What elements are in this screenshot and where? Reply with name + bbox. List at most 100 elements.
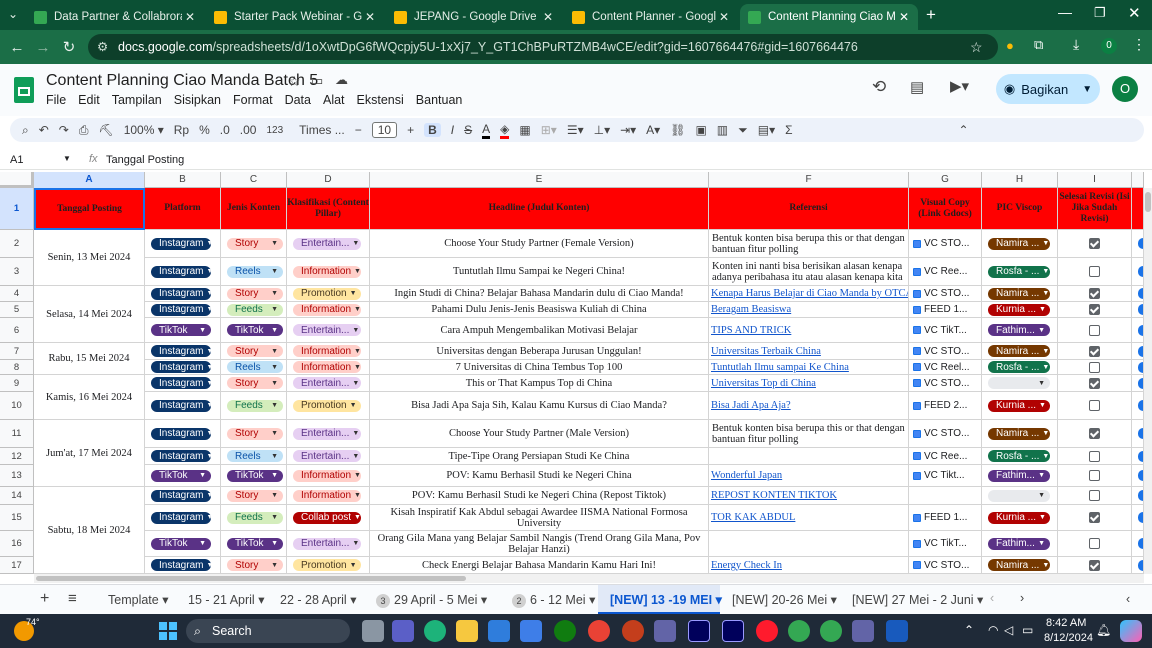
- pillar-chip[interactable]: Entertain... ▼: [293, 450, 361, 462]
- borders-icon[interactable]: ▦: [519, 123, 530, 137]
- percent-format-button[interactable]: %: [199, 123, 210, 137]
- revision-checkbox[interactable]: [1089, 512, 1100, 523]
- menu-item-bantuan[interactable]: Bantuan: [416, 93, 463, 107]
- menu-item-file[interactable]: File: [46, 93, 66, 107]
- reference-link[interactable]: TIPS AND TRICK: [709, 325, 791, 336]
- menu-item-ekstensi[interactable]: Ekstensi: [357, 93, 404, 107]
- platform-chip[interactable]: Instagram▼: [151, 489, 211, 502]
- content-type-chip[interactable]: Reels ▼: [227, 361, 283, 373]
- content-type-chip[interactable]: Feeds ▼: [227, 511, 283, 524]
- content-type-chip[interactable]: Reels ▼: [227, 450, 283, 462]
- add-sheet-icon[interactable]: +: [40, 590, 49, 608]
- menu-item-data[interactable]: Data: [285, 93, 311, 107]
- column-header-i[interactable]: I: [1058, 172, 1132, 188]
- pillar-cell[interactable]: Entertain... ▼: [287, 531, 370, 557]
- row-header[interactable]: 14: [0, 487, 34, 505]
- reference-cell[interactable]: Universitas Top di China: [709, 375, 909, 392]
- visual-copy-cell[interactable]: FEED 1...: [909, 505, 982, 531]
- platform-chip[interactable]: Instagram▼: [151, 237, 211, 250]
- insert-comment-icon[interactable]: ▣: [695, 123, 706, 137]
- revision-checkbox[interactable]: [1089, 450, 1100, 462]
- content-type-chip[interactable]: Story ▼: [227, 237, 283, 250]
- row-header[interactable]: 11: [0, 420, 34, 448]
- pic-cell[interactable]: Rosfa - ... ▼: [982, 258, 1058, 286]
- currency-format-button[interactable]: Rp: [174, 123, 189, 137]
- column-header-e[interactable]: E: [370, 172, 709, 188]
- row-header[interactable]: 6: [0, 318, 34, 343]
- row-header[interactable]: 13: [0, 465, 34, 487]
- revision-checkbox[interactable]: [1089, 345, 1100, 357]
- visual-copy-chip[interactable]: VC STO...: [909, 560, 969, 571]
- sheet-tab-dropdown-icon[interactable]: ▾: [255, 593, 264, 607]
- pillar-cell[interactable]: Entertain... ▼: [287, 230, 370, 258]
- sheet-tab[interactable]: 22 - 28 April ▾: [268, 585, 360, 615]
- sheet-tab[interactable]: 2 6 - 12 Mei ▾: [500, 585, 595, 615]
- headline-cell[interactable]: Check Energi Belajar Bahasa Mandarin Kam…: [370, 557, 709, 574]
- date-cell[interactable]: Kamis, 16 Mei 2024: [34, 375, 145, 420]
- decrease-decimal-button[interactable]: .0: [220, 123, 230, 137]
- pillar-chip[interactable]: Information ▼: [293, 469, 361, 482]
- content-type-cell[interactable]: TikTok ▼: [221, 318, 287, 343]
- profile-badge[interactable]: 0: [1101, 38, 1117, 54]
- row-header[interactable]: 12: [0, 448, 34, 465]
- content-type-cell[interactable]: Feeds ▼: [221, 302, 287, 318]
- revision-checkbox[interactable]: [1089, 538, 1100, 549]
- italic-button[interactable]: I: [451, 123, 454, 137]
- headline-cell[interactable]: Tipe-Tipe Orang Persiapan Studi Ke China: [370, 448, 709, 465]
- column-header-d[interactable]: D: [287, 172, 370, 188]
- content-type-cell[interactable]: Reels ▼: [221, 360, 287, 375]
- version-history-icon[interactable]: ⟲: [872, 77, 886, 97]
- revision-done-cell[interactable]: [1058, 343, 1132, 360]
- horizontal-align-icon[interactable]: ☰▾: [567, 123, 584, 137]
- text-rotation-icon[interactable]: A▾: [646, 123, 660, 137]
- platform-chip[interactable]: Instagram▼: [151, 559, 211, 571]
- revision-checkbox[interactable]: [1089, 377, 1100, 389]
- content-type-cell[interactable]: Story ▼: [221, 557, 287, 574]
- revision-done-cell[interactable]: [1058, 557, 1132, 574]
- pillar-cell[interactable]: Information ▼: [287, 360, 370, 375]
- sheet-tab[interactable]: 15 - 21 April ▾: [176, 585, 264, 615]
- pic-chip[interactable]: Rosfa - ... ▼: [988, 361, 1050, 373]
- revision-checkbox[interactable]: [1089, 470, 1100, 481]
- redo-icon[interactable]: ↷: [59, 123, 69, 137]
- visual-copy-cell[interactable]: FEED 1...: [909, 302, 982, 318]
- pic-cell[interactable]: Rosfa - ... ▼: [982, 360, 1058, 375]
- platform-cell[interactable]: TikTok ▼: [145, 318, 221, 343]
- platform-chip[interactable]: Instagram▼: [151, 303, 211, 316]
- forward-icon[interactable]: →: [30, 39, 56, 56]
- pic-cell[interactable]: ▼: [982, 487, 1058, 505]
- revision-done-cell[interactable]: [1058, 286, 1132, 302]
- content-type-chip[interactable]: TikTok ▼: [227, 324, 283, 336]
- row-header[interactable]: 10: [0, 392, 34, 420]
- merge-cells-icon[interactable]: ⊞▾: [541, 123, 557, 137]
- header-cell[interactable]: PIC Viscop: [982, 188, 1058, 230]
- pillar-chip[interactable]: Information ▼: [293, 361, 361, 373]
- headline-cell[interactable]: Choose Your Study Partner (Female Versio…: [370, 230, 709, 258]
- share-button[interactable]: ◉ Bagikan ▼: [996, 74, 1100, 104]
- row-header[interactable]: 7: [0, 343, 34, 360]
- pic-cell[interactable]: Namira ... ▼: [982, 420, 1058, 448]
- pillar-chip[interactable]: Collab post ▼: [293, 511, 361, 524]
- pic-cell[interactable]: Fathim... ▼: [982, 318, 1058, 343]
- document-title[interactable]: Content Planning Ciao Manda Batch 5: [46, 72, 318, 90]
- strikethrough-icon[interactable]: S: [464, 123, 472, 137]
- extension-icon[interactable]: ●: [1006, 38, 1014, 53]
- platform-chip[interactable]: Instagram▼: [151, 511, 211, 524]
- revision-done-cell[interactable]: [1058, 420, 1132, 448]
- sheet-tab[interactable]: [NEW] 20-26 Mei ▾: [720, 585, 838, 615]
- revision-done-cell[interactable]: [1058, 375, 1132, 392]
- horizontal-scrollbar[interactable]: [34, 574, 1144, 583]
- pillar-chip[interactable]: Entertain... ▼: [293, 377, 361, 389]
- platform-cell[interactable]: TikTok ▼: [145, 531, 221, 557]
- headline-cell[interactable]: POV: Kamu Berhasil Studi ke Negeri China…: [370, 487, 709, 505]
- reference-cell[interactable]: [709, 448, 909, 465]
- platform-chip[interactable]: Instagram▼: [151, 345, 211, 357]
- sheet-tab-dropdown-icon[interactable]: ▾: [347, 593, 356, 607]
- filter-views-icon[interactable]: ▤▾: [758, 123, 775, 137]
- content-type-cell[interactable]: Story ▼: [221, 375, 287, 392]
- collapse-toolbar-icon[interactable]: ⌃: [959, 123, 969, 137]
- revision-done-cell[interactable]: [1058, 505, 1132, 531]
- content-type-chip[interactable]: Story ▼: [227, 377, 283, 389]
- pillar-cell[interactable]: Promotion ▼: [287, 392, 370, 420]
- pic-chip[interactable]: Namira ... ▼: [988, 345, 1050, 357]
